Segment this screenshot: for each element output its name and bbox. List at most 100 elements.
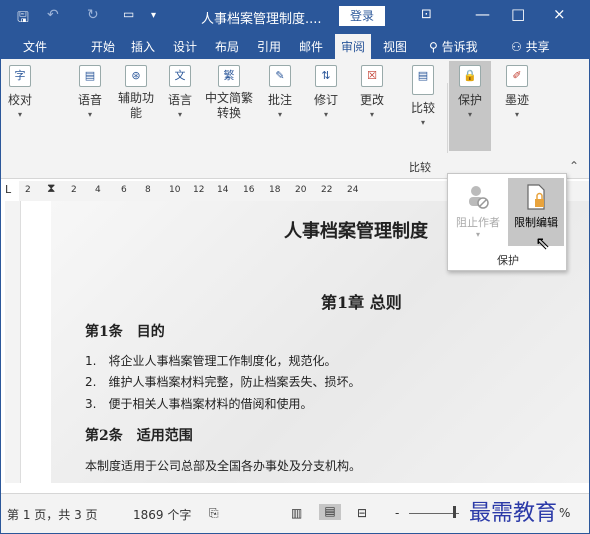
protect-button[interactable]: 🔒 保护 ▾ [449,61,491,151]
ruler-tick: 2 [71,185,77,195]
chapter-heading: 第1章 总则 [321,293,402,312]
login-button[interactable]: 登录 [339,6,385,26]
compare-button[interactable]: ▤ 比较 ▾ [403,65,443,127]
accessibility-button[interactable]: ⊛ 辅助功能 [111,65,161,121]
proofing-button[interactable]: 字 校对 ▾ [5,65,35,119]
print-layout-icon[interactable]: ▤ [319,504,341,520]
review-ribbon: 字 校对 ▾ ▤ 语音 ▾ ⊛ 辅助功能 文 语言 ▾ 繁 中文简繁转换 ✎ 批… [1,59,589,179]
tab-view[interactable]: 视图 [383,38,407,55]
accept-reject-icon: ☒ [361,65,383,87]
restrict-editing-label: 限制编辑 [514,216,558,229]
restrict-editing-icon [527,184,545,210]
ribbon-display-icon[interactable]: ⊡ [421,7,432,22]
tracking-label: 修订 [313,93,338,107]
tab-file[interactable]: 文件 [23,38,47,55]
changes-label: 更改 [359,93,384,107]
ruler-tick: 18 [269,185,281,195]
chinese-conversion-button[interactable]: 繁 中文简繁转换 [199,65,259,121]
chevron-down-icon: ▾ [514,110,519,119]
language-button[interactable]: 文 语言 ▾ [163,65,197,119]
list-item: 2. 维护人事档案材料完整，防止档案丢失、损坏。 [85,375,361,389]
redo-icon[interactable]: ↻ [87,7,99,23]
ribbon-tabs: 文件 开始 插入 设计 布局 引用 邮件 审阅 视图 ⚲ 告诉我 ⚇ 共享 [1,31,589,59]
touch-mode-icon[interactable]: ▭ [123,7,134,21]
conversion-icon: 繁 [218,65,240,87]
ink-label: 墨迹 [504,93,529,107]
tell-me-label: 告诉我 [441,40,478,54]
accessibility-icon: ⊛ [125,65,147,87]
tab-mailings[interactable]: 邮件 [299,38,323,55]
document-title: 人事档案管理制度.... [201,12,322,27]
tab-review[interactable]: 审阅 [335,34,372,59]
protect-group-label: 保护 [497,254,519,267]
title-bar: 🖫 ↶ ↻ ▭ ▾ 人事档案管理制度.... 登录 ⊡ — □ × [1,1,589,31]
ruler-tick: 20 [295,185,307,195]
compare-label: 比较 [410,101,435,115]
chevron-down-icon: ▾ [177,110,182,119]
speech-button[interactable]: ▤ 语音 ▾ [73,65,107,119]
save-icon[interactable]: 🖫 [17,7,29,31]
tell-me-box[interactable]: ⚲ 告诉我 [429,38,478,55]
changes-button[interactable]: ☒ 更改 ▾ [355,65,389,119]
list-item: 1. 将企业人事档案管理工作制度化，规范化。 [85,354,337,368]
article-heading: 第2条 适用范围 [85,428,193,444]
zoom-percent[interactable]: % [559,506,570,520]
close-button[interactable]: × [553,5,566,23]
undo-icon[interactable]: ↶ [47,7,59,23]
document-heading: 人事档案管理制度 [284,221,428,242]
comment-icon: ✎ [269,65,291,87]
ruler-tick: 6 [121,185,127,195]
list-item: 3. 便于相关人事档案材料的借阅和使用。 [85,397,313,411]
search-icon: ⚲ [429,40,442,54]
compare-group-label: 比较 [409,161,431,174]
ruler-tick: 2 [25,185,31,195]
web-layout-icon[interactable]: ⊟ [357,506,367,520]
tracking-button[interactable]: ⇅ 修订 ▾ [309,65,343,119]
indent-marker-icon[interactable]: ⧗ [47,181,55,196]
language-icon: 文 [169,65,191,87]
group-separator [447,83,448,153]
chevron-down-icon: ▾ [17,110,22,119]
compare-icon: ▤ [412,65,434,95]
tab-selector[interactable]: L [5,183,11,196]
ink-button[interactable]: ✐ 墨迹 ▾ [497,65,537,119]
comments-label: 批注 [267,93,292,107]
ruler-tick: 4 [95,185,101,195]
vertical-ruler [5,201,21,483]
restore-button[interactable]: □ [511,5,525,23]
block-authors-icon [469,186,489,209]
tab-home[interactable]: 开始 [91,38,115,55]
share-button[interactable]: ⚇ 共享 [511,38,550,55]
article-heading: 第1条 目的 [85,324,165,340]
customize-qat-icon[interactable]: ▾ [151,10,156,21]
chevron-down-icon: ▾ [369,110,374,119]
chevron-down-icon: ▾ [277,110,282,119]
tab-insert[interactable]: 插入 [131,38,155,55]
read-mode-icon[interactable]: ▥ [291,506,302,520]
zoom-out-button[interactable]: - [395,506,399,520]
protect-label: 保护 [457,93,482,107]
accessibility-label: 辅助功能 [117,91,154,120]
mouse-cursor-icon: ⇖ [535,233,551,254]
collapse-ribbon-icon[interactable]: ⌃ [569,159,579,173]
tab-references[interactable]: 引用 [257,38,281,55]
minimize-button[interactable]: — [475,5,490,23]
zoom-slider[interactable] [409,513,459,514]
paragraph: 本制度适用于公司总部及全国各办事处及分支机构。 [85,459,362,473]
zoom-slider-thumb[interactable] [453,506,456,518]
word-count[interactable]: 1869 个字 [133,506,191,523]
tab-design[interactable]: 设计 [173,38,197,55]
block-authors-button[interactable]: 阻止作者 ▾ [450,178,506,246]
lock-document-icon: 🔒 [459,65,481,87]
ruler-tick: 24 [347,185,359,195]
ruler-tick: 16 [243,185,255,195]
proofing-status-icon[interactable]: ⎘ [209,506,219,521]
word-window: 🖫 ↶ ↻ ▭ ▾ 人事档案管理制度.... 登录 ⊡ — □ × 文件 开始 … [0,0,590,534]
chevron-down-icon: ▾ [420,118,425,127]
page-count[interactable]: 第 1 页，共 3 页 [7,506,98,523]
chevron-down-icon: ▾ [467,110,472,119]
tab-layout[interactable]: 布局 [215,38,239,55]
comments-button[interactable]: ✎ 批注 ▾ [263,65,297,119]
ruler-tick: 12 [193,185,205,195]
watermark-logo: 最需教育 [469,501,558,526]
